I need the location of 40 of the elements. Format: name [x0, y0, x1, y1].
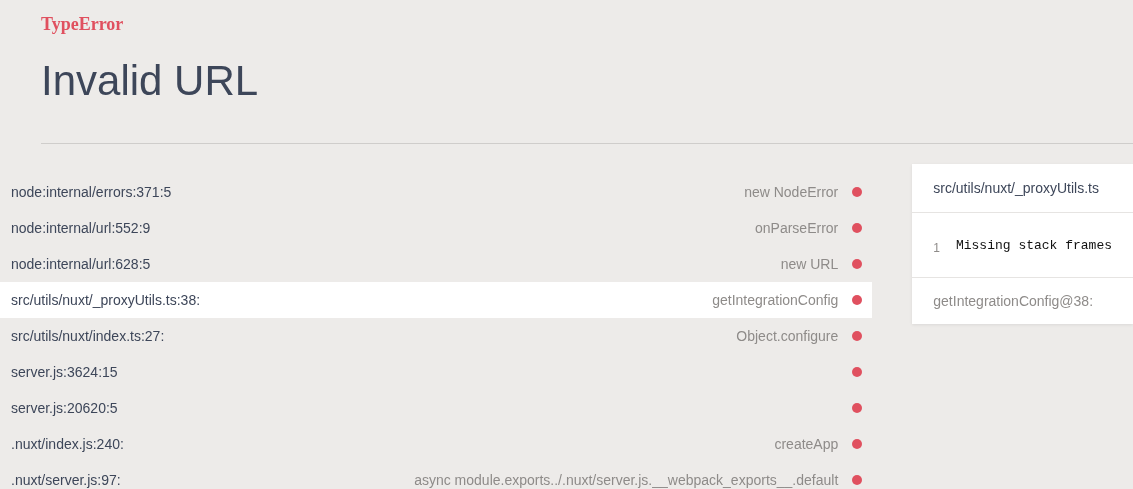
- frame-function: getIntegrationConfig: [712, 292, 839, 308]
- stack-frame-row[interactable]: node:internal/url:552:9 onParseError: [0, 210, 873, 246]
- frame-reference: getIntegrationConfig@38:: [932, 292, 1095, 311]
- frame-location: src/utils/nuxt/index.ts:27:: [11, 328, 165, 344]
- frame-status-dot: [852, 439, 863, 449]
- frame-function: onParseError: [755, 220, 839, 236]
- frame-location: src/utils/nuxt/_proxyUtils.ts:38:: [11, 292, 201, 308]
- frame-location: node:internal/url:552:9: [11, 220, 151, 236]
- frame-location: node:internal/url:628:5: [11, 256, 151, 272]
- frame-status-dot: [852, 403, 863, 413]
- stack-frame-row[interactable]: src/utils/nuxt/index.ts:27: Object.configure: [0, 318, 873, 354]
- stack-frame-row[interactable]: src/utils/nuxt/_proxyUtils.ts:38: getIntegrationConfig: [0, 282, 873, 318]
- frame-location: server.js:3624:15: [11, 364, 118, 380]
- frame-status-dot: [852, 367, 863, 377]
- frame-status-dot: [852, 331, 863, 341]
- frame-function: Object.configure: [736, 328, 839, 344]
- error-type: TypeError: [41, 14, 124, 35]
- frame-status-dot: [852, 295, 863, 305]
- source-file-name: src/utils/nuxt/_proxyUtils.ts: [912, 164, 1133, 213]
- frame-function: new URL: [780, 256, 839, 272]
- frame-function: createApp: [774, 436, 839, 452]
- source-code-line: Missing stack frames: [955, 237, 1112, 253]
- stack-frame-row[interactable]: .nuxt/server.js:97: async module.exports../.nuxt/server.js.__webpack_exports__.default: [0, 462, 873, 489]
- frame-function: async module.exports../.nuxt/server.js.__webpack_exports__.default: [414, 472, 839, 488]
- frame-location: node:internal/errors:371:5: [11, 184, 172, 200]
- frame-status-dot: [852, 475, 863, 485]
- frame-location: server.js:20620:5: [11, 400, 118, 416]
- frame-status-dot: [852, 223, 863, 233]
- line-number: 1: [933, 241, 940, 255]
- stack-frame-row[interactable]: server.js:20620:5: [0, 390, 873, 426]
- frame-location: .nuxt/index.js:240:: [11, 436, 124, 452]
- frame-location: .nuxt/server.js:97:: [11, 472, 121, 488]
- stack-frame-row[interactable]: node:internal/url:628:5 new URL: [0, 246, 873, 282]
- stack-frame-row[interactable]: .nuxt/index.js:240: createApp: [0, 426, 873, 462]
- stack-frame-row[interactable]: node:internal/errors:371:5 new NodeError: [0, 174, 873, 210]
- error-message: Invalid URL: [41, 57, 259, 105]
- frame-function: new NodeError: [744, 184, 839, 200]
- frame-status-dot: [852, 259, 863, 269]
- frame-status-dot: [852, 187, 863, 197]
- stack-frame-row[interactable]: server.js:3624:15: [0, 354, 873, 390]
